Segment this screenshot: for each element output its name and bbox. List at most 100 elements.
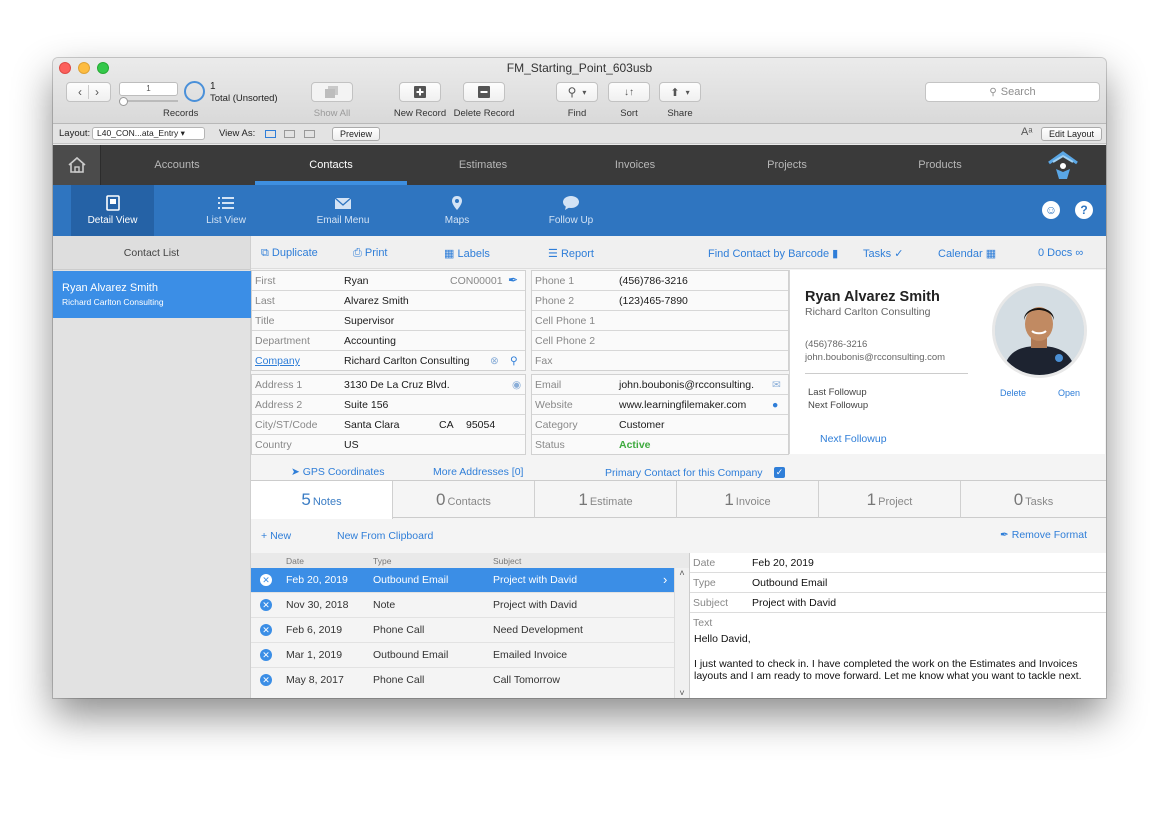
website-field[interactable]: www.learningfilemaker.com	[619, 399, 746, 411]
zip-field[interactable]: 95054	[466, 419, 495, 431]
maps-button[interactable]: Maps	[433, 185, 481, 236]
layout-select[interactable]: L40_CON...ata_Entry ▾	[92, 127, 205, 140]
state-field[interactable]: CA	[439, 419, 454, 431]
delete-note-icon[interactable]: ✕	[260, 574, 272, 586]
table-row[interactable]: ✕ Feb 20, 2019 Outbound Email Project wi…	[251, 568, 674, 593]
next-followup-button[interactable]: Next Followup	[820, 433, 887, 445]
tab-accounts[interactable]: Accounts	[101, 145, 253, 185]
search-input[interactable]: ⚲ Search	[925, 82, 1100, 102]
docs-button[interactable]: 0 Docs ∞	[1038, 247, 1083, 259]
labels-button[interactable]: ▦ Labels	[444, 247, 490, 260]
delete-note-icon[interactable]: ✕	[260, 624, 272, 636]
category-field[interactable]: Customer	[619, 419, 665, 431]
search-icon[interactable]: ⚲	[510, 355, 518, 367]
find-button[interactable]: ⚲ ▾	[556, 82, 598, 102]
home-button[interactable]	[53, 145, 101, 185]
company-link[interactable]: Company	[255, 355, 300, 367]
find-barcode-button[interactable]: Find Contact by Barcode ▮	[708, 247, 838, 260]
show-all-button[interactable]	[311, 82, 353, 102]
table-row[interactable]: ✕ Nov 30, 2018 Note Project with David	[251, 593, 674, 618]
delete-photo-button[interactable]: Delete	[1000, 388, 1026, 398]
list-view-button[interactable]: List View	[190, 185, 262, 236]
table-row[interactable]: ✕ May 8, 2017 Phone Call Call Tomorrow	[251, 668, 674, 693]
form-view-icon[interactable]	[265, 130, 276, 138]
note-text-field[interactable]: Hello David, I just wanted to check in. …	[694, 633, 1094, 683]
phone1-field[interactable]: (456)786-3216	[619, 275, 688, 287]
tab-contacts-related[interactable]: 0 Contacts	[393, 481, 535, 518]
help-icon[interactable]: ?	[1075, 201, 1093, 219]
tab-project[interactable]: 1 Project	[819, 481, 961, 518]
chevron-down-icon[interactable]: ˅	[675, 688, 689, 698]
chat-bubble-icon	[563, 196, 579, 210]
tasks-button[interactable]: Tasks ✓	[863, 247, 903, 260]
table-row[interactable]: ✕ Mar 1, 2019 Outbound Email Emailed Inv…	[251, 643, 674, 668]
open-photo-button[interactable]: Open	[1058, 388, 1080, 398]
address2-field[interactable]: Suite 156	[344, 399, 388, 411]
globe-icon[interactable]: ●	[772, 399, 778, 411]
record-number-field[interactable]: 1	[119, 82, 178, 96]
tab-notes[interactable]: 5 Notes	[251, 481, 393, 519]
clear-icon[interactable]: ⊗	[490, 355, 499, 367]
new-from-clipboard-button[interactable]: New From Clipboard	[337, 530, 433, 542]
email-field[interactable]: john.boubonis@rcconsulting.	[619, 379, 754, 391]
note-type-field[interactable]: Outbound Email	[752, 577, 827, 589]
table-view-icon[interactable]	[304, 130, 315, 138]
delete-note-icon[interactable]: ✕	[260, 649, 272, 661]
tab-estimate[interactable]: 1 Estimate	[535, 481, 677, 518]
department-field[interactable]: Accounting	[344, 335, 396, 347]
share-button[interactable]: ⬆ ▾	[659, 82, 701, 102]
tab-invoice[interactable]: 1 Invoice	[677, 481, 819, 518]
city-field[interactable]: Santa Clara	[344, 419, 399, 431]
first-name-field[interactable]: Ryan	[344, 275, 369, 287]
tab-estimates[interactable]: Estimates	[407, 145, 559, 185]
new-note-button[interactable]: + New	[261, 530, 291, 542]
tab-products[interactable]: Products	[864, 145, 1016, 185]
note-type: Note	[373, 599, 396, 611]
tab-tasks[interactable]: 0 Tasks	[961, 481, 1106, 518]
address1-field[interactable]: 3130 De La Cruz Blvd.	[344, 379, 450, 391]
report-button[interactable]: ☰ Report	[548, 247, 594, 260]
tab-contacts[interactable]: Contacts	[255, 145, 407, 185]
record-nav-buttons[interactable]: ‹ ›	[66, 82, 111, 102]
record-slider[interactable]	[119, 97, 178, 106]
table-row[interactable]: ✕ Feb 6, 2019 Phone Call Need Developmen…	[251, 618, 674, 643]
company-field[interactable]: Richard Carlton Consulting	[344, 355, 469, 367]
envelope-icon[interactable]: ✉	[772, 379, 781, 391]
calendar-button[interactable]: Calendar ▦	[938, 247, 996, 260]
map-pin-icon[interactable]: ◉	[512, 379, 521, 391]
phone2-field[interactable]: (123)465-7890	[619, 295, 688, 307]
list-item[interactable]: Ryan Alvarez Smith Richard Carlton Consu…	[53, 271, 251, 318]
remove-format-button[interactable]: ✒ Remove Format	[1000, 529, 1087, 541]
note-subject-field[interactable]: Project with David	[752, 597, 836, 609]
list-view-icon[interactable]	[284, 130, 295, 138]
title-field[interactable]: Supervisor	[344, 315, 394, 327]
delete-note-icon[interactable]: ✕	[260, 674, 272, 686]
sort-button[interactable]: ↓↑	[608, 82, 650, 102]
chevron-left-icon[interactable]: ‹	[78, 85, 82, 99]
tab-projects[interactable]: Projects	[711, 145, 863, 185]
user-account-icon[interactable]: ☺	[1042, 201, 1060, 219]
preview-button[interactable]: Preview	[332, 127, 381, 141]
duplicate-button[interactable]: ⧉ Duplicate	[261, 247, 318, 260]
tab-invoices[interactable]: Invoices	[559, 145, 711, 185]
country-field[interactable]: US	[344, 439, 359, 451]
chevron-up-icon[interactable]: ˄	[675, 568, 689, 578]
edit-layout-button[interactable]: Edit Layout	[1041, 127, 1103, 141]
delete-record-button[interactable]	[463, 82, 505, 102]
text-format-icon[interactable]: Aᵃ	[1021, 126, 1032, 138]
note-date-field[interactable]: Feb 20, 2019	[752, 557, 814, 569]
follow-up-button[interactable]: Follow Up	[541, 185, 601, 236]
last-name-field[interactable]: Alvarez Smith	[344, 295, 409, 307]
print-button[interactable]: ⎙ Print	[353, 247, 388, 260]
primary-contact-checkbox[interactable]: ✓	[774, 467, 785, 478]
status-badge[interactable]: Active	[619, 439, 651, 451]
chevron-right-icon[interactable]: ›	[95, 85, 99, 99]
notes-scrollbar[interactable]: ˄ ˅	[674, 568, 689, 698]
delete-note-icon[interactable]: ✕	[260, 599, 272, 611]
detail-view-button[interactable]: Detail View	[71, 185, 154, 236]
new-record-button[interactable]	[399, 82, 441, 102]
email-menu-button[interactable]: Email Menu	[303, 185, 383, 236]
more-addresses-button[interactable]: More Addresses [0]	[433, 466, 523, 478]
broom-icon[interactable]: ✒	[508, 273, 518, 287]
gps-coordinates-button[interactable]: ➤ GPS Coordinates	[291, 466, 384, 478]
